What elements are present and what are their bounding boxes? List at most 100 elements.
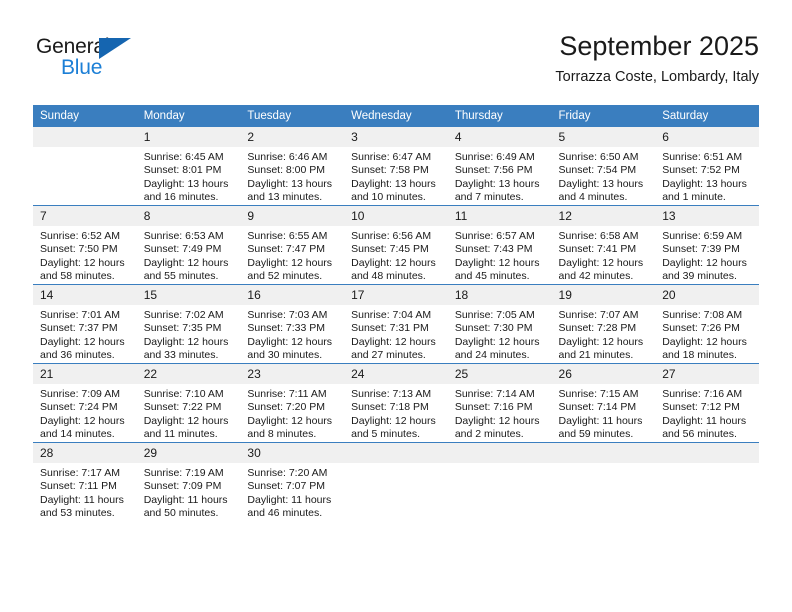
day-detail-line: Sunrise: 7:19 AM [143,467,224,479]
day-detail-line: Sunset: 7:24 PM [40,401,118,414]
day-detail-line: Sunset: 7:33 PM [247,322,326,335]
logo-text-blue: Blue [61,56,103,79]
day-sun-details: Sunrise: 7:07 AM Sunset: 7:28 PM Daylight:… [552,305,656,363]
calendar-day-cell[interactable]: 24 Sunrise: 7:13 AM Sunset: 7:18 PM Dayligh… [344,363,448,443]
day-detail-line: Sunrise: 7:10 AM [143,388,224,400]
day-sun-details: Sunrise: 7:04 AM Sunset: 7:31 PM Daylight:… [344,305,448,363]
calendar-week-row: 28 Sunrise: 7:17 AM Sunset: 7:11 PM Dayligh… [33,442,759,521]
calendar-week-row: 14 Sunrise: 7:01 AM Sunset: 7:37 PM Dayligh… [33,284,759,364]
calendar-day-cell[interactable]: 5 Sunrise: 6:50 AM Sunset: 7:54 PM Daylight… [551,127,656,206]
day-number: 22 [136,364,241,384]
calendar-day-cell[interactable]: 18 Sunrise: 7:05 AM Sunset: 7:30 PM Dayligh… [447,284,552,364]
day-detail-line: and 50 minutes. [143,507,219,520]
calendar-day-cell[interactable]: 23 Sunrise: 7:11 AM Sunset: 7:20 PM Dayligh… [240,363,345,443]
day-sun-details: Sunrise: 7:16 AM Sunset: 7:12 PM Daylight:… [655,384,759,442]
day-sun-details: Sunrise: 6:50 AM Sunset: 7:54 PM Daylight:… [552,147,656,205]
day-detail-line: Sunrise: 7:17 AM [40,467,120,479]
day-sun-details: Sunrise: 6:56 AM Sunset: 7:45 PM Daylight:… [344,226,448,284]
calendar-day-cell[interactable]: 20 Sunrise: 7:08 AM Sunset: 7:26 PM Dayligh… [655,284,759,364]
calendar-body: 1 Sunrise: 6:45 AM Sunset: 8:01 PM Daylight… [33,127,759,521]
day-sun-details: Sunrise: 6:57 AM Sunset: 7:43 PM Daylight:… [448,226,552,284]
calendar-day-cell[interactable]: 29 Sunrise: 7:19 AM Sunset: 7:09 PM Dayligh… [136,442,241,521]
calendar-day-cell[interactable]: 26 Sunrise: 7:15 AM Sunset: 7:14 PM Dayligh… [551,363,656,443]
calendar-cell-empty [655,442,759,521]
calendar-day-cell[interactable]: 2 Sunrise: 6:46 AM Sunset: 8:00 PM Daylight… [240,127,345,206]
day-detail-line: Daylight: 12 hours [40,256,125,269]
weekday-header-friday: Friday [551,105,656,127]
calendar-day-cell[interactable]: 4 Sunrise: 6:49 AM Sunset: 7:56 PM Daylight… [447,127,552,206]
day-detail-line: Sunrise: 7:03 AM [247,309,328,321]
calendar-day-cell[interactable]: 27 Sunrise: 7:16 AM Sunset: 7:12 PM Dayligh… [655,363,759,443]
day-detail-line: Daylight: 12 hours [247,335,333,348]
calendar-day-cell[interactable]: 7 Sunrise: 6:52 AM Sunset: 7:50 PM Daylight… [33,205,137,285]
day-detail-line: Daylight: 11 hours [143,493,228,506]
calendar-day-cell[interactable]: 15 Sunrise: 7:02 AM Sunset: 7:35 PM Dayligh… [136,284,241,364]
calendar-day-cell[interactable]: 19 Sunrise: 7:07 AM Sunset: 7:28 PM Dayligh… [551,284,656,364]
calendar-day-cell[interactable]: 9 Sunrise: 6:55 AM Sunset: 7:47 PM Daylight… [240,205,345,285]
day-sun-details: Sunrise: 7:15 AM Sunset: 7:14 PM Daylight:… [552,384,656,442]
day-detail-line: Daylight: 12 hours [454,256,540,269]
day-sun-details: Sunrise: 7:10 AM Sunset: 7:22 PM Daylight:… [137,384,241,442]
day-detail-line: Sunrise: 6:50 AM [558,151,639,163]
day-detail-line: Daylight: 12 hours [247,414,333,427]
day-detail-line: Sunset: 7:14 PM [558,401,637,414]
day-detail-line: Daylight: 11 hours [662,414,747,427]
day-number: 29 [136,443,241,463]
calendar-day-cell[interactable]: 28 Sunrise: 7:17 AM Sunset: 7:11 PM Dayligh… [33,442,137,521]
day-detail-line: Sunrise: 7:04 AM [351,309,432,321]
day-detail-line: and 36 minutes. [40,349,115,362]
day-sun-details: Sunrise: 7:19 AM Sunset: 7:09 PM Daylight:… [137,463,241,521]
calendar-day-cell[interactable]: 25 Sunrise: 7:14 AM Sunset: 7:16 PM Dayligh… [447,363,552,443]
calendar-week-row: 7 Sunrise: 6:52 AM Sunset: 7:50 PM Daylight… [33,205,759,285]
calendar-day-cell[interactable]: 12 Sunrise: 6:58 AM Sunset: 7:41 PM Dayligh… [551,205,656,285]
day-number: 10 [344,206,448,226]
day-detail-line: Sunset: 7:12 PM [662,401,740,414]
calendar-day-cell[interactable]: 21 Sunrise: 7:09 AM Sunset: 7:24 PM Dayligh… [33,363,137,443]
day-detail-line: Daylight: 12 hours [40,335,125,348]
day-detail-line: Daylight: 12 hours [662,335,747,348]
day-sun-details: Sunrise: 6:49 AM Sunset: 7:56 PM Daylight:… [448,147,552,205]
general-blue-logo[interactable]: General Blue [36,35,156,89]
calendar-day-cell[interactable]: 6 Sunrise: 6:51 AM Sunset: 7:52 PM Daylight… [655,127,759,206]
day-number [33,127,137,147]
day-detail-line: Daylight: 13 hours [454,177,540,190]
calendar-day-cell[interactable]: 11 Sunrise: 6:57 AM Sunset: 7:43 PM Dayligh… [447,205,552,285]
day-detail-line: Sunrise: 6:51 AM [662,151,743,163]
calendar-day-cell[interactable]: 22 Sunrise: 7:10 AM Sunset: 7:22 PM Dayligh… [136,363,241,443]
day-sun-details: Sunrise: 6:52 AM Sunset: 7:50 PM Daylight:… [33,226,137,284]
calendar-day-cell[interactable]: 1 Sunrise: 6:45 AM Sunset: 8:01 PM Daylight… [136,127,241,206]
day-number: 9 [240,206,345,226]
calendar-week-row: 21 Sunrise: 7:09 AM Sunset: 7:24 PM Dayligh… [33,363,759,443]
day-detail-line: Sunset: 7:28 PM [558,322,637,335]
day-detail-line: and 52 minutes. [247,270,323,283]
day-sun-details: Sunrise: 6:58 AM Sunset: 7:41 PM Daylight:… [552,226,656,284]
calendar-day-cell[interactable]: 10 Sunrise: 6:56 AM Sunset: 7:45 PM Dayligh… [344,205,448,285]
calendar-day-cell[interactable]: 17 Sunrise: 7:04 AM Sunset: 7:31 PM Dayligh… [344,284,448,364]
day-detail-line: Sunset: 7:49 PM [143,243,222,256]
day-detail-line: Sunset: 7:43 PM [454,243,533,256]
day-number: 5 [551,127,656,147]
calendar-day-cell[interactable]: 13 Sunrise: 6:59 AM Sunset: 7:39 PM Dayligh… [655,205,759,285]
day-detail-line: Sunset: 7:16 PM [454,401,533,414]
calendar-day-cell[interactable]: 3 Sunrise: 6:47 AM Sunset: 7:58 PM Daylight… [344,127,448,206]
day-detail-line: Sunset: 7:39 PM [662,243,740,256]
day-detail-line: and 8 minutes. [247,428,317,441]
day-detail-line: and 1 minute. [662,191,726,204]
day-detail-line: and 53 minutes. [40,507,115,520]
day-detail-line: Sunset: 7:35 PM [143,322,222,335]
day-detail-line: Sunset: 8:01 PM [143,164,222,177]
calendar-day-cell[interactable]: 14 Sunrise: 7:01 AM Sunset: 7:37 PM Dayligh… [33,284,137,364]
day-detail-line: Sunset: 7:07 PM [247,480,326,493]
day-number: 3 [344,127,448,147]
day-number: 4 [447,127,552,147]
day-detail-line: Daylight: 11 hours [40,493,124,506]
calendar-day-cell[interactable]: 8 Sunrise: 6:53 AM Sunset: 7:49 PM Daylight… [136,205,241,285]
day-number: 12 [551,206,656,226]
day-number: 2 [240,127,345,147]
day-detail-line: Sunrise: 7:01 AM [40,309,120,321]
day-number: 24 [344,364,448,384]
day-sun-details: Sunrise: 7:11 AM Sunset: 7:20 PM Daylight:… [240,384,344,442]
weekday-header-saturday: Saturday [655,105,759,127]
calendar-day-cell[interactable]: 30 Sunrise: 7:20 AM Sunset: 7:07 PM Dayligh… [240,442,345,521]
calendar-day-cell[interactable]: 16 Sunrise: 7:03 AM Sunset: 7:33 PM Dayligh… [240,284,345,364]
